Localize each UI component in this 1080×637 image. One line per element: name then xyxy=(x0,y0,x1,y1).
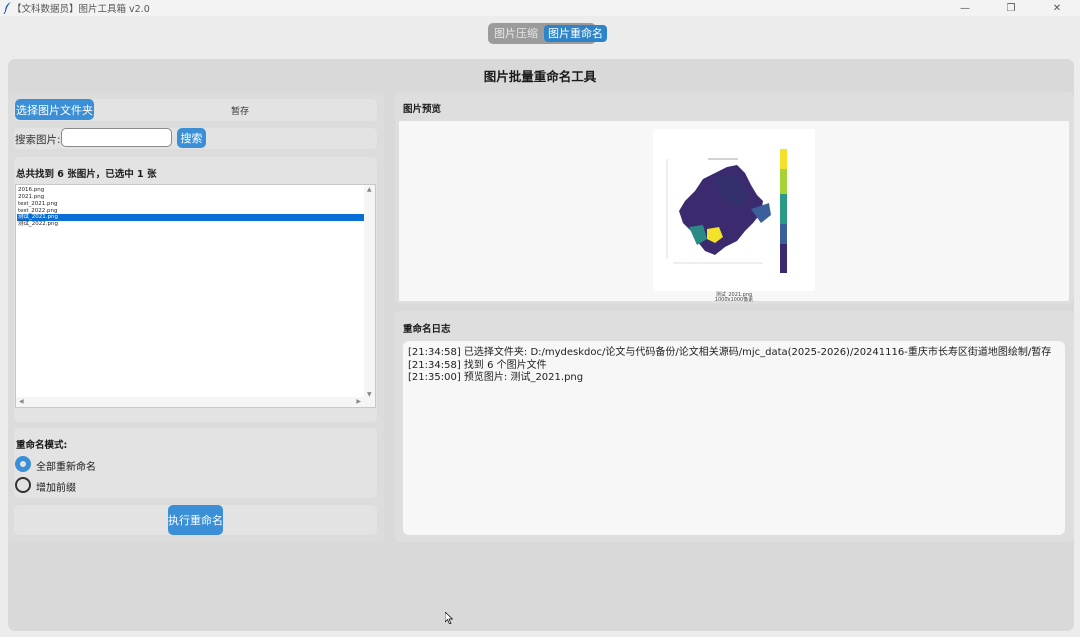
list-item[interactable]: 2021.png xyxy=(17,194,365,201)
search-button[interactable]: 搜索 xyxy=(177,128,206,148)
radio-rename-all-label[interactable]: 全部重新命名 xyxy=(36,458,96,473)
mode-segmented-control: 图片压缩 图片重命名 xyxy=(488,23,607,44)
scroll-up-icon[interactable]: ▲ xyxy=(367,186,372,193)
title-bar: 【文科数据员】图片工具箱 v2.0 — ❐ ✕ xyxy=(0,0,1080,16)
execute-rename-button[interactable]: 执行重命名 xyxy=(168,505,223,535)
log-textbox[interactable]: [21:34:58] 已选择文件夹: D:/mydeskdoc/论文与代码备份/… xyxy=(403,341,1065,535)
page-title: 图片批量重命名工具 xyxy=(483,69,597,84)
file-listbox[interactable]: 2016.png 2021.png test_2021.png test_202… xyxy=(15,184,376,408)
vertical-scrollbar[interactable]: ▲ ▼ xyxy=(364,185,375,399)
restore-button[interactable]: ❐ xyxy=(988,0,1034,16)
log-line: [21:34:58] 已选择文件夹: D:/mydeskdoc/论文与代码备份/… xyxy=(408,347,1052,358)
scroll-right-icon[interactable]: ▶ xyxy=(356,398,361,405)
select-folder-button[interactable]: 选择图片文件夹 xyxy=(15,99,94,120)
search-label: 搜索图片: xyxy=(15,134,61,146)
close-button[interactable]: ✕ xyxy=(1034,0,1080,16)
rename-mode-label: 重命名模式: xyxy=(16,440,68,451)
list-item-selected[interactable]: 测试_2021.png xyxy=(17,214,365,221)
list-item[interactable]: test_2021.png xyxy=(17,201,365,208)
scroll-left-icon[interactable]: ◀ xyxy=(19,398,24,405)
radio-add-prefix[interactable] xyxy=(15,477,31,493)
tab-image-compress[interactable]: 图片压缩 xyxy=(490,25,542,42)
file-count-text: 总共找到 6 张图片，已选中 1 张 xyxy=(16,169,157,180)
log-line: [21:35:00] 预览图片: 测试_2021.png xyxy=(408,372,584,383)
search-input[interactable] xyxy=(61,128,172,147)
minimize-button[interactable]: — xyxy=(942,0,988,16)
tab-image-rename[interactable]: 图片重命名 xyxy=(544,25,607,42)
radio-add-prefix-label[interactable]: 增加前缀 xyxy=(36,479,76,494)
mouse-cursor-icon xyxy=(445,612,453,624)
horizontal-scrollbar[interactable]: ◀ ▶ xyxy=(16,397,375,407)
preview-dimensions: 1000x1000像素 xyxy=(714,297,754,303)
log-label: 重命名日志 xyxy=(403,324,451,335)
list-item[interactable]: 测试_2022.png xyxy=(17,221,365,228)
radio-rename-all[interactable] xyxy=(15,456,31,472)
preview-image xyxy=(653,129,815,291)
folder-name: 暂存 xyxy=(231,107,250,117)
preview-label: 图片预览 xyxy=(403,104,442,115)
window-title: 【文科数据员】图片工具箱 v2.0 xyxy=(12,4,150,15)
log-line: [21:34:58] 找到 6 个图片文件 xyxy=(408,359,547,371)
list-item[interactable]: 2016.png xyxy=(17,187,365,194)
